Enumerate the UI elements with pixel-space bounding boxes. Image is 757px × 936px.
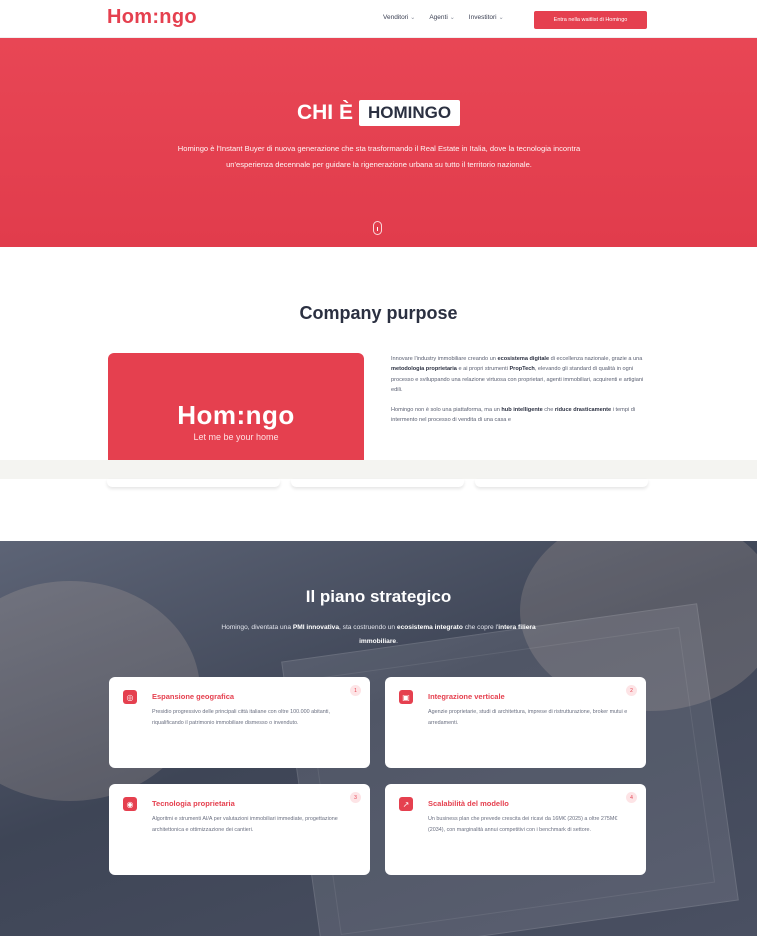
text-run: , sta costruendo un — [339, 624, 397, 631]
scroll-down-icon[interactable] — [373, 221, 382, 235]
menu-label: Agenti — [429, 14, 448, 21]
text-run: ecosistema digitale — [497, 356, 550, 362]
hero-title: CHI È HOMINGO — [0, 100, 757, 126]
card-number-badge: 1 — [350, 685, 361, 696]
hero-title-boxed: HOMINGO — [358, 100, 461, 126]
waitlist-button[interactable]: Entra nella waitlist di Homingo — [534, 11, 647, 29]
text-run: riduce drasticamente — [554, 406, 612, 413]
main-menu: Venditori ⌄ Agenti ⌄ Investitori ⌄ — [383, 14, 504, 21]
technology-icon: ◉ — [123, 797, 137, 811]
growth-chart-icon: ↗ — [399, 797, 413, 811]
strategy-card[interactable]: ◎ 1 Espansione geografica Presidio progr… — [109, 677, 370, 768]
text-run: ecosistema integrato — [396, 624, 463, 631]
brand-card: Hom:ngo Let me be your home — [108, 353, 364, 460]
homingo-logo[interactable]: Hom:ngo — [107, 6, 197, 29]
card-description: Presidio progressivo delle principali ci… — [152, 709, 330, 726]
purpose-text: Innovare l'industry immobiliare creando … — [391, 354, 649, 425]
card-description: Algoritmi e strumenti AI/A per valutazio… — [152, 816, 338, 833]
brand-tagline: Let me be your home — [193, 432, 279, 442]
strategy-subtitle: Homingo, diventata una PMI innovativa, s… — [205, 621, 552, 649]
text-run: di eccellenza nazionale, grazie a una — [549, 356, 643, 362]
card-number-badge: 4 — [626, 792, 637, 803]
strategy-section: Il piano strategico Homingo, diventata u… — [0, 541, 757, 936]
text-run: che copre l' — [462, 624, 499, 631]
text-run: metodologia proprietaria — [391, 366, 457, 373]
menu-label: Investitori — [468, 14, 497, 21]
chevron-down-icon: ⌄ — [410, 15, 416, 21]
purpose-title: Company purpose — [299, 303, 458, 323]
hero-title-prefix: CHI È — [296, 101, 353, 124]
location-icon: ◎ — [123, 690, 137, 704]
background-blueprint — [281, 603, 739, 936]
brand-logo: Hom:ngo — [177, 400, 295, 430]
menu-item-investitori[interactable]: Investitori ⌄ — [469, 14, 504, 21]
text-run: Homingo, diventata una — [221, 624, 293, 631]
text-run: che — [542, 406, 555, 413]
strategy-title: Il piano strategico — [305, 587, 452, 606]
card-description: Un business plan che prevede crescita de… — [428, 816, 618, 833]
hero-section: CHI È HOMINGO Homingo è l'Instant Buyer … — [0, 38, 757, 247]
purpose-paragraph-2: Homingo non è solo una piattaforma, ma u… — [391, 405, 649, 426]
text-run: . — [396, 638, 398, 645]
text-run: PropTech — [509, 366, 535, 373]
building-icon: ▣ — [399, 690, 413, 704]
menu-label: Venditori — [383, 14, 409, 21]
chevron-down-icon: ⌄ — [449, 15, 455, 21]
menu-item-agenti[interactable]: Agenti ⌄ — [429, 14, 454, 21]
mini-card — [475, 479, 648, 487]
hero-description: Homingo è l'Instant Buyer di nuova gener… — [177, 144, 581, 169]
card-title: Scalabilità del modello — [428, 799, 509, 808]
mini-card — [107, 479, 280, 487]
strategy-card[interactable]: ↗ 4 Scalabilità del modello Un business … — [385, 784, 646, 875]
card-number-badge: 2 — [626, 685, 637, 696]
section-divider — [0, 460, 757, 479]
strategy-card[interactable]: ◉ 3 Tecnologia proprietaria Algoritmi e … — [109, 784, 370, 875]
text-run: e ai propri strumenti — [456, 366, 510, 373]
card-number-badge: 3 — [350, 792, 361, 803]
menu-item-venditori[interactable]: Venditori ⌄ — [383, 14, 415, 21]
mini-card — [291, 479, 464, 487]
card-title: Tecnologia proprietaria — [152, 799, 235, 808]
purpose-paragraph-1: Innovare l'industry immobiliare creando … — [391, 354, 649, 396]
top-navbar: Hom:ngo Venditori ⌄ Agenti ⌄ Investitori ⌄ … — [0, 0, 757, 38]
text-run: PMI innovativa — [292, 624, 339, 631]
card-title: Integrazione verticale — [428, 692, 505, 701]
card-description: Agenzie proprietarie, studi di architett… — [428, 709, 628, 726]
chevron-down-icon: ⌄ — [498, 15, 504, 21]
text-run: Homingo non è solo una piattaforma, ma u… — [391, 406, 502, 413]
card-title: Espansione geografica — [152, 692, 235, 701]
strategy-card[interactable]: ▣ 2 Integrazione verticale Agenzie propr… — [385, 677, 646, 768]
text-run: Innovare l'industry immobiliare creando … — [391, 356, 498, 362]
text-run: hub intelligente — [501, 406, 543, 413]
